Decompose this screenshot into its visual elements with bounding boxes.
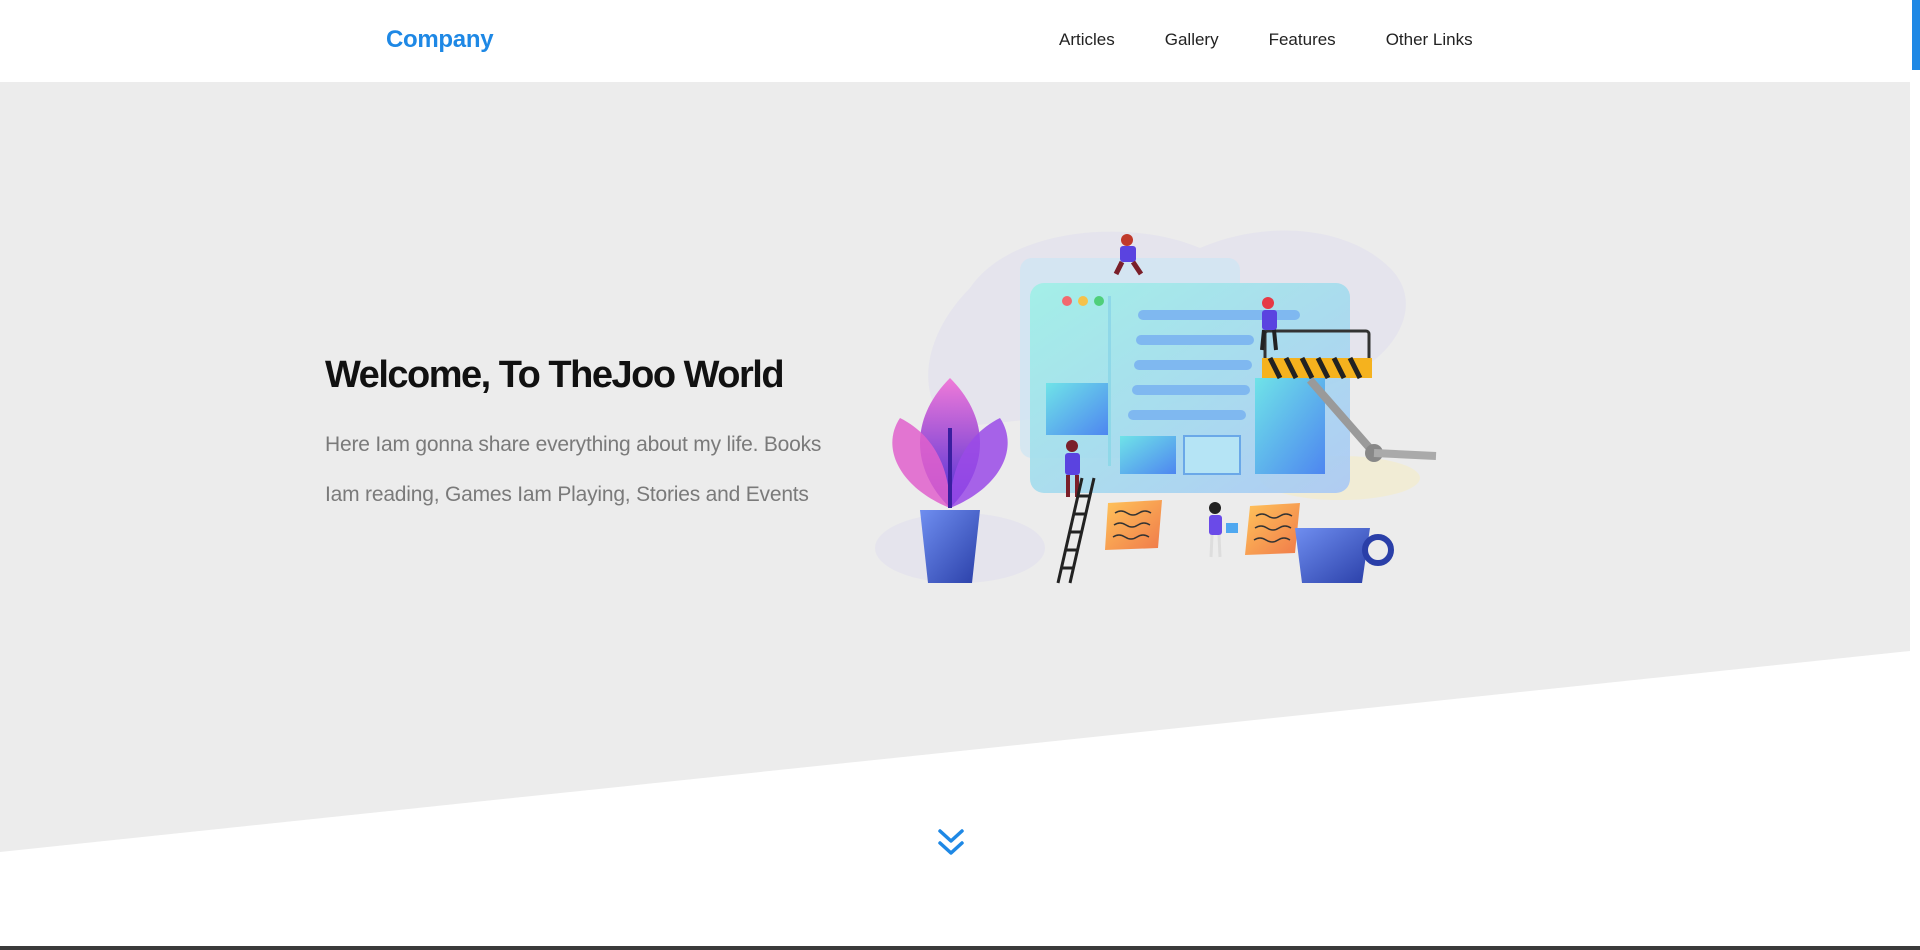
navbar: Company Articles Gallery Features Other … <box>0 0 1910 82</box>
nav-link-articles[interactable]: Articles <box>1059 30 1115 50</box>
brand-logo[interactable]: Company <box>386 26 494 54</box>
bottom-divider <box>0 946 1920 950</box>
nav-link-features[interactable]: Features <box>1269 30 1336 50</box>
hero-title: Welcome, To TheJoo World <box>325 354 785 396</box>
scroll-down-button[interactable] <box>937 828 965 858</box>
double-chevron-down-icon <box>938 829 964 855</box>
hero-description: Here Iam gonna share everything about my… <box>325 433 822 506</box>
hero-illustration <box>875 230 1437 584</box>
nav-links: Articles Gallery Features Other Links <box>1059 30 1523 50</box>
nav-link-other-links[interactable]: Other Links <box>1386 30 1473 50</box>
scrollbar-thumb[interactable] <box>1912 0 1920 70</box>
nav-link-gallery[interactable]: Gallery <box>1165 30 1219 50</box>
